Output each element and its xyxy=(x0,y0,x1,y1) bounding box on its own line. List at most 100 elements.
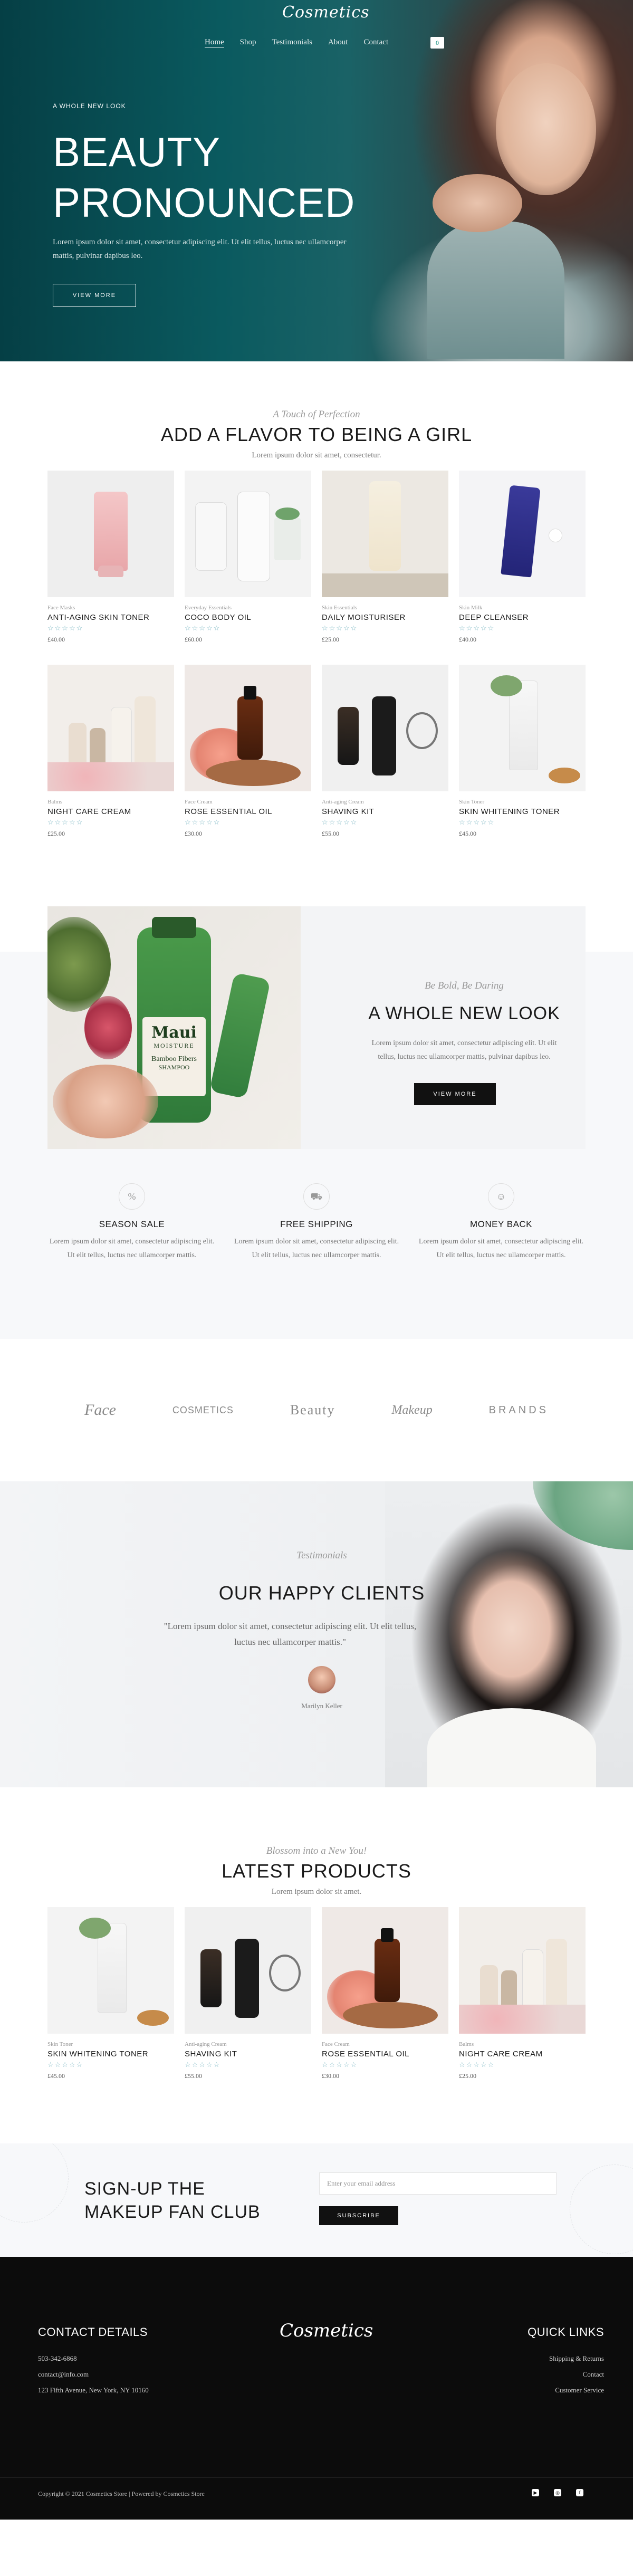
product-card[interactable]: Skin Essentials DAILY MOISTURISER ☆☆☆☆☆ … xyxy=(322,471,448,644)
product-price: £30.00 xyxy=(185,830,202,837)
product-name[interactable]: ANTI-AGING SKIN TONER xyxy=(47,613,174,622)
product-name[interactable]: COCO BODY OIL xyxy=(185,613,311,622)
product-name[interactable]: DEEP CLEANSER xyxy=(459,613,586,622)
footer-logo[interactable]: Cosmetics xyxy=(280,2320,373,2341)
product-image[interactable] xyxy=(185,1907,311,2034)
product-name[interactable]: ROSE ESSENTIAL OIL xyxy=(322,2050,448,2058)
feature-section: Maui MOISTURE Bamboo Fibers SHAMPOO Be B… xyxy=(0,906,633,1339)
product-category: Balms xyxy=(459,2041,474,2047)
product-name[interactable]: SKIN WHITENING TONER xyxy=(47,2050,174,2058)
percent-icon: % xyxy=(119,1183,145,1210)
product-name[interactable]: SHAVING KIT xyxy=(322,807,448,816)
product-card[interactable]: Anti-aging Cream SHAVING KIT ☆☆☆☆☆ £55.0… xyxy=(322,665,448,838)
feature-view-more-button[interactable]: VIEW MORE xyxy=(414,1083,496,1105)
product-name[interactable]: NIGHT CARE CREAM xyxy=(47,807,174,816)
product-card[interactable]: Face Cream ROSE ESSENTIAL OIL ☆☆☆☆☆ £30.… xyxy=(322,1907,448,2080)
rating-stars-icon: ☆☆☆☆☆ xyxy=(322,2061,358,2069)
product-price: £55.00 xyxy=(185,2072,202,2080)
product-image[interactable] xyxy=(47,665,174,791)
perk-title: FREE SHIPPING xyxy=(280,1219,353,1229)
product-card[interactable]: Face Masks ANTI-AGING SKIN TONER ☆☆☆☆☆ £… xyxy=(47,471,174,644)
leaf-decoration xyxy=(533,1481,633,1550)
feature-title: A WHOLE NEW LOOK xyxy=(368,1003,560,1023)
feature-box: Maui MOISTURE Bamboo Fibers SHAMPOO Be B… xyxy=(47,906,586,1149)
product-name[interactable]: ROSE ESSENTIAL OIL xyxy=(185,807,311,816)
product-image[interactable] xyxy=(459,471,586,597)
product-card[interactable]: Skin Toner SKIN WHITENING TONER ☆☆☆☆☆ £4… xyxy=(47,1907,174,2080)
brand-logos: Face COSMETICS Beauty Makeup BRANDS xyxy=(0,1339,633,1481)
product-card[interactable]: Balms NIGHT CARE CREAM ☆☆☆☆☆ £25.00 xyxy=(47,665,174,838)
product-image[interactable] xyxy=(47,1907,174,2034)
menu-item-about[interactable]: About xyxy=(328,38,348,47)
main-menu: Home Shop Testimonials About Contact xyxy=(205,38,388,47)
product-card[interactable]: Skin Milk DEEP CLEANSER ☆☆☆☆☆ £40.00 xyxy=(459,471,586,644)
cart-icon[interactable]: 0 xyxy=(430,37,444,49)
product-price: £45.00 xyxy=(459,830,476,837)
product-card[interactable]: Balms NIGHT CARE CREAM ☆☆☆☆☆ £25.00 xyxy=(459,1907,586,2080)
footer-link-contact[interactable]: Contact xyxy=(549,2367,604,2382)
hero-view-more-button[interactable]: VIEW MORE xyxy=(53,284,136,307)
facebook-icon[interactable]: f xyxy=(576,2489,583,2496)
testimonials-script: Testimonials xyxy=(296,1550,347,1561)
product-card[interactable]: Skin Toner SKIN WHITENING TONER ☆☆☆☆☆ £4… xyxy=(459,665,586,838)
rating-stars-icon: ☆☆☆☆☆ xyxy=(322,624,358,632)
product-card[interactable]: Face Cream ROSE ESSENTIAL OIL ☆☆☆☆☆ £30.… xyxy=(185,665,311,838)
menu-item-home[interactable]: Home xyxy=(205,38,224,47)
testimonials-title: OUR HAPPY CLIENTS xyxy=(218,1582,425,1604)
product-price: £25.00 xyxy=(47,830,65,837)
product-category: Everyday Essentials xyxy=(185,605,232,611)
product-grid: Face Masks ANTI-AGING SKIN TONER ☆☆☆☆☆ £… xyxy=(47,471,586,838)
footer-email[interactable]: contact@info.com xyxy=(38,2367,149,2382)
footer-link-shipping[interactable]: Shipping & Returns xyxy=(549,2351,604,2367)
menu-item-testimonials[interactable]: Testimonials xyxy=(272,38,312,47)
perk-season-sale: % SEASON SALE Lorem ipsum dolor sit amet… xyxy=(47,1183,216,1262)
user-icon: ☺ xyxy=(488,1183,514,1210)
testimonial-author: Marilyn Keller xyxy=(301,1702,342,1710)
perk-text: Lorem ipsum dolor sit amet, consectetur … xyxy=(418,1238,584,1259)
section-script: A Touch of Perfection xyxy=(273,409,360,420)
footer-contact-list: 503-342-6868 contact@info.com 123 Fifth … xyxy=(38,2351,149,2398)
hero-text: Lorem ipsum dolor sit amet, consectetur … xyxy=(53,238,347,260)
menu-item-contact[interactable]: Contact xyxy=(363,38,388,47)
subscribe-button[interactable]: SUBSCRIBE xyxy=(319,2206,398,2225)
site-logo[interactable]: Cosmetics xyxy=(282,3,369,22)
hero-kicker: A WHOLE NEW LOOK xyxy=(53,102,126,110)
product-category: Anti-aging Cream xyxy=(185,2041,227,2047)
floral-decoration xyxy=(570,2165,633,2254)
product-price: £60.00 xyxy=(185,636,202,643)
instagram-icon[interactable]: ◎ xyxy=(554,2489,561,2496)
product-category: Face Masks xyxy=(47,605,75,611)
footer-link-customer-service[interactable]: Customer Service xyxy=(549,2382,604,2398)
truck-icon: ⛟ xyxy=(303,1183,330,1210)
product-name[interactable]: DAILY MOISTURISER xyxy=(322,613,448,622)
footer-phone[interactable]: 503-342-6868 xyxy=(38,2351,149,2367)
product-name[interactable]: SHAVING KIT xyxy=(185,2050,311,2058)
rating-stars-icon: ☆☆☆☆☆ xyxy=(185,624,221,632)
site-footer: CONTACT DETAILS 503-342-6868 contact@inf… xyxy=(0,2257,633,2520)
product-price: £30.00 xyxy=(322,2072,339,2080)
product-image[interactable] xyxy=(185,665,311,791)
rating-stars-icon: ☆☆☆☆☆ xyxy=(459,818,495,826)
newsletter-title: SIGN-UP THE MAKEUP FAN CLUB xyxy=(84,2179,261,2222)
product-image[interactable] xyxy=(459,665,586,791)
product-image[interactable] xyxy=(322,665,448,791)
product-card[interactable]: Everyday Essentials COCO BODY OIL ☆☆☆☆☆ … xyxy=(185,471,311,644)
perk-title: MONEY BACK xyxy=(469,1219,533,1229)
email-field[interactable]: Enter your email address xyxy=(319,2172,557,2195)
feature-text: Lorem ipsum dolor sit amet, consectetur … xyxy=(371,1039,557,1061)
youtube-icon[interactable]: ▶ xyxy=(532,2489,539,2496)
product-image[interactable] xyxy=(47,471,174,597)
copyright: Copyright © 2021 Cosmetics Store | Power… xyxy=(38,2490,205,2497)
product-name[interactable]: NIGHT CARE CREAM xyxy=(459,2050,586,2058)
product-card[interactable]: Anti-aging Cream SHAVING KIT ☆☆☆☆☆ £55.0… xyxy=(185,1907,311,2080)
product-image[interactable] xyxy=(322,471,448,597)
product-category: Skin Toner xyxy=(459,799,485,805)
perk-free-shipping: ⛟ FREE SHIPPING Lorem ipsum dolor sit am… xyxy=(232,1183,401,1262)
menu-item-shop[interactable]: Shop xyxy=(240,38,256,47)
avatar xyxy=(308,1666,335,1693)
product-image[interactable] xyxy=(459,1907,586,2034)
product-image[interactable] xyxy=(322,1907,448,2034)
testimonials-section: Testimonials OUR HAPPY CLIENTS "Lorem ip… xyxy=(0,1481,633,1787)
product-image[interactable] xyxy=(185,471,311,597)
product-name[interactable]: SKIN WHITENING TONER xyxy=(459,807,586,816)
